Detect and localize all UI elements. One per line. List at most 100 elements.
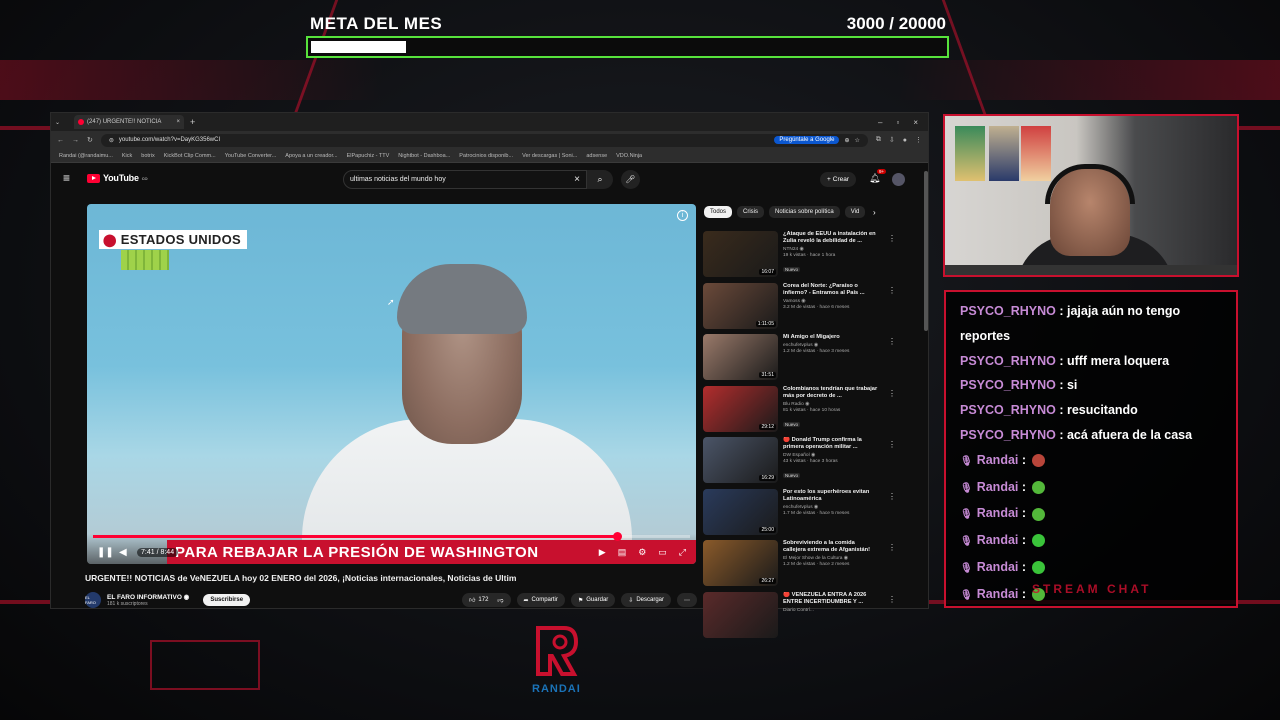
chat-username[interactable]: PSYCO_RHYNO	[960, 378, 1056, 392]
bookmark-item[interactable]: botrix	[141, 153, 154, 159]
bookmark-item[interactable]: Randai (@randaimu...	[59, 153, 113, 159]
filter-chip[interactable]: Vid	[844, 206, 866, 218]
recommendation-title[interactable]: Mi Amigo el Migajero	[783, 334, 878, 341]
chat-username[interactable]: PSYCO_RHYNO	[960, 403, 1056, 417]
info-icon[interactable]: i	[677, 210, 688, 221]
chat-username[interactable]: PSYCO_RHYNO	[960, 428, 1056, 442]
recommendation-title[interactable]: Colombianos tendrían que trabajar más po…	[783, 386, 878, 400]
install-icon[interactable]: ⊕	[844, 137, 849, 144]
recommendation-channel[interactable]: DW Español ◉	[783, 453, 878, 458]
recommendation-channel[interactable]: enchufetvplus ◉	[783, 505, 878, 510]
filter-chip[interactable]: Crisis	[737, 206, 765, 218]
video-progress-bar[interactable]	[93, 532, 690, 541]
share-button[interactable]: ➦ Compartir	[516, 593, 565, 607]
gemini-button[interactable]: Pregúntale a Google	[774, 136, 840, 144]
channel-avatar[interactable]: EL FARO	[85, 592, 101, 608]
download-button[interactable]: ⇩ Descargar	[621, 593, 671, 607]
subtitles-icon[interactable]: ▤	[618, 547, 627, 558]
recommendation-item[interactable]: 16:07 ¿Ataque de EEUU a instalación en Zu…	[703, 231, 896, 283]
recommendation-title[interactable]: Sobreviviendo a la comida callejera extr…	[783, 540, 878, 554]
subscribe-button[interactable]: Suscribirse	[203, 594, 251, 606]
filter-chip[interactable]: Todos	[704, 206, 733, 218]
save-button[interactable]: ⚑ Guardar	[570, 593, 616, 607]
recommendation-item[interactable]: 26:27 Sobreviviendo a la comida callejera…	[703, 540, 896, 592]
recommendation-item[interactable]: 1:11:05 Corea del Norte: ¿Paraíso o infie…	[703, 282, 896, 335]
miniplayer-icon[interactable]: ▭	[658, 547, 667, 558]
recommendation-item[interactable]: 31:51 Mi Amigo el Migajero enchufetvplus ◉…	[703, 334, 896, 386]
maximize-icon[interactable]: ▫	[896, 118, 899, 127]
bookmark-item[interactable]: Ver descargas | Soni...	[522, 153, 577, 159]
recommendation-title[interactable]: 🔴 Donald Trump confirma la primera opera…	[783, 437, 878, 451]
chat-username[interactable]: Randai	[977, 560, 1019, 574]
recommendation-item[interactable]: 25:00 Por esto los superhéroes evitan Lat…	[703, 488, 896, 541]
autoplay-toggle-icon[interactable]: ▶	[599, 547, 606, 558]
close-tab-icon[interactable]: ×	[177, 119, 181, 125]
downloads-icon[interactable]: ⇩	[889, 136, 895, 144]
more-vertical-icon[interactable]: ⋮	[888, 492, 896, 501]
close-window-icon[interactable]: ×	[913, 118, 918, 127]
pause-icon[interactable]: ❚❚	[97, 547, 114, 558]
recommendation-thumbnail[interactable]: 16:29	[703, 437, 778, 483]
recommendation-thumbnail[interactable]	[703, 591, 778, 638]
recommendation-thumbnail[interactable]: 1:11:05	[703, 282, 778, 329]
bookmark-item[interactable]: KickBot Clip Comm...	[164, 153, 216, 159]
recommendation-title[interactable]: 🔴 VENEZUELA ENTRA A 2026 ENTRE INCERTIDU…	[783, 592, 878, 606]
chat-username[interactable]: Randai	[977, 453, 1019, 467]
chat-username[interactable]: Randai	[977, 533, 1019, 547]
account-avatar[interactable]	[892, 173, 905, 186]
chat-username[interactable]: Randai	[977, 480, 1019, 494]
chevron-right-icon[interactable]: ›	[873, 208, 876, 217]
settings-gear-icon[interactable]: ⚙	[638, 547, 646, 558]
site-info-icon[interactable]: ⊜	[109, 137, 114, 144]
recommendation-thumbnail[interactable]: 26:27	[703, 540, 778, 586]
chat-username[interactable]: Randai	[977, 587, 1019, 601]
bookmark-item[interactable]: Kick	[122, 153, 132, 159]
clear-search-icon[interactable]: ×	[574, 174, 580, 185]
menu-kebab-icon[interactable]: ⋮	[915, 136, 922, 144]
recommendation-title[interactable]: Corea del Norte: ¿Paraíso o infierno? - …	[783, 283, 878, 297]
recommendation-item[interactable]: 29:12 Colombianos tendrían que trabajar m…	[703, 385, 896, 438]
more-vertical-icon[interactable]: ⋮	[888, 595, 896, 604]
recommendation-channel[interactable]: Vamoss ◉	[783, 299, 878, 304]
recommendation-channel[interactable]: enchufetvplus ◉	[783, 343, 878, 348]
more-vertical-icon[interactable]: ⋮	[888, 389, 896, 398]
recommendation-channel[interactable]: Blu Radio ◉	[783, 402, 878, 407]
youtube-logo[interactable]: YouTube CO	[87, 173, 148, 183]
thumbs-down-icon[interactable]: 👎︎	[497, 596, 503, 604]
more-vertical-icon[interactable]: ⋮	[888, 234, 896, 243]
recommendation-title[interactable]: ¿Ataque de EEUU a instalación en Zulia r…	[783, 231, 878, 245]
more-vertical-icon[interactable]: ⋮	[888, 543, 896, 552]
chat-username[interactable]: PSYCO_RHYNO	[960, 354, 1056, 368]
bookmark-item[interactable]: ElPapuchiz - TTV	[347, 153, 390, 159]
notifications-bell-icon[interactable]: 🔔︎	[869, 173, 880, 184]
fullscreen-icon[interactable]: ⤢	[679, 547, 686, 558]
more-vertical-icon[interactable]: ⋮	[888, 440, 896, 449]
new-tab-icon[interactable]: +	[190, 117, 195, 127]
extensions-icon[interactable]: ⧉	[876, 136, 881, 144]
recommendation-thumbnail[interactable]: 25:00	[703, 488, 778, 535]
voice-search-button[interactable]: 🎤︎	[621, 170, 640, 189]
chat-username[interactable]: PSYCO_RHYNO	[960, 304, 1056, 318]
search-button[interactable]: ⌕	[587, 170, 613, 189]
forward-icon[interactable]: →	[72, 137, 79, 144]
recommendation-channel[interactable]: NTN24 ◉	[783, 247, 878, 252]
more-vertical-icon[interactable]: ⋮	[888, 337, 896, 346]
bookmark-item[interactable]: Nightbot - Dashboa...	[398, 153, 450, 159]
url-field[interactable]: ⊜ youtube.com/watch?v=DayKG356wCI Pregún…	[100, 133, 868, 147]
profile-icon[interactable]: ●	[903, 137, 907, 144]
recommendation-thumbnail[interactable]: 16:07	[703, 231, 778, 277]
recommendation-thumbnail[interactable]: 31:51	[703, 334, 778, 380]
recommendation-channel[interactable]: Diario Contrí...	[783, 608, 878, 613]
bookmark-item[interactable]: adsense	[586, 153, 607, 159]
bookmark-star-icon[interactable]: ☆	[855, 137, 860, 144]
minimize-icon[interactable]: –	[878, 118, 882, 127]
more-actions-button[interactable]: ⋯	[677, 593, 697, 607]
recommendation-item[interactable]: 🔴 VENEZUELA ENTRA A 2026 ENTRE INCERTIDU…	[703, 591, 896, 644]
bookmark-item[interactable]: YouTube Converter...	[225, 153, 277, 159]
filter-chip[interactable]: Noticias sobre política	[769, 206, 840, 218]
scrollbar[interactable]	[924, 171, 928, 331]
recommendation-thumbnail[interactable]: 29:12	[703, 385, 778, 432]
volume-icon[interactable]: ◀︎	[119, 547, 127, 558]
back-icon[interactable]: ←	[57, 137, 64, 144]
tab-active[interactable]: (247) URGENTE!! NOTICIA ×	[74, 115, 185, 129]
